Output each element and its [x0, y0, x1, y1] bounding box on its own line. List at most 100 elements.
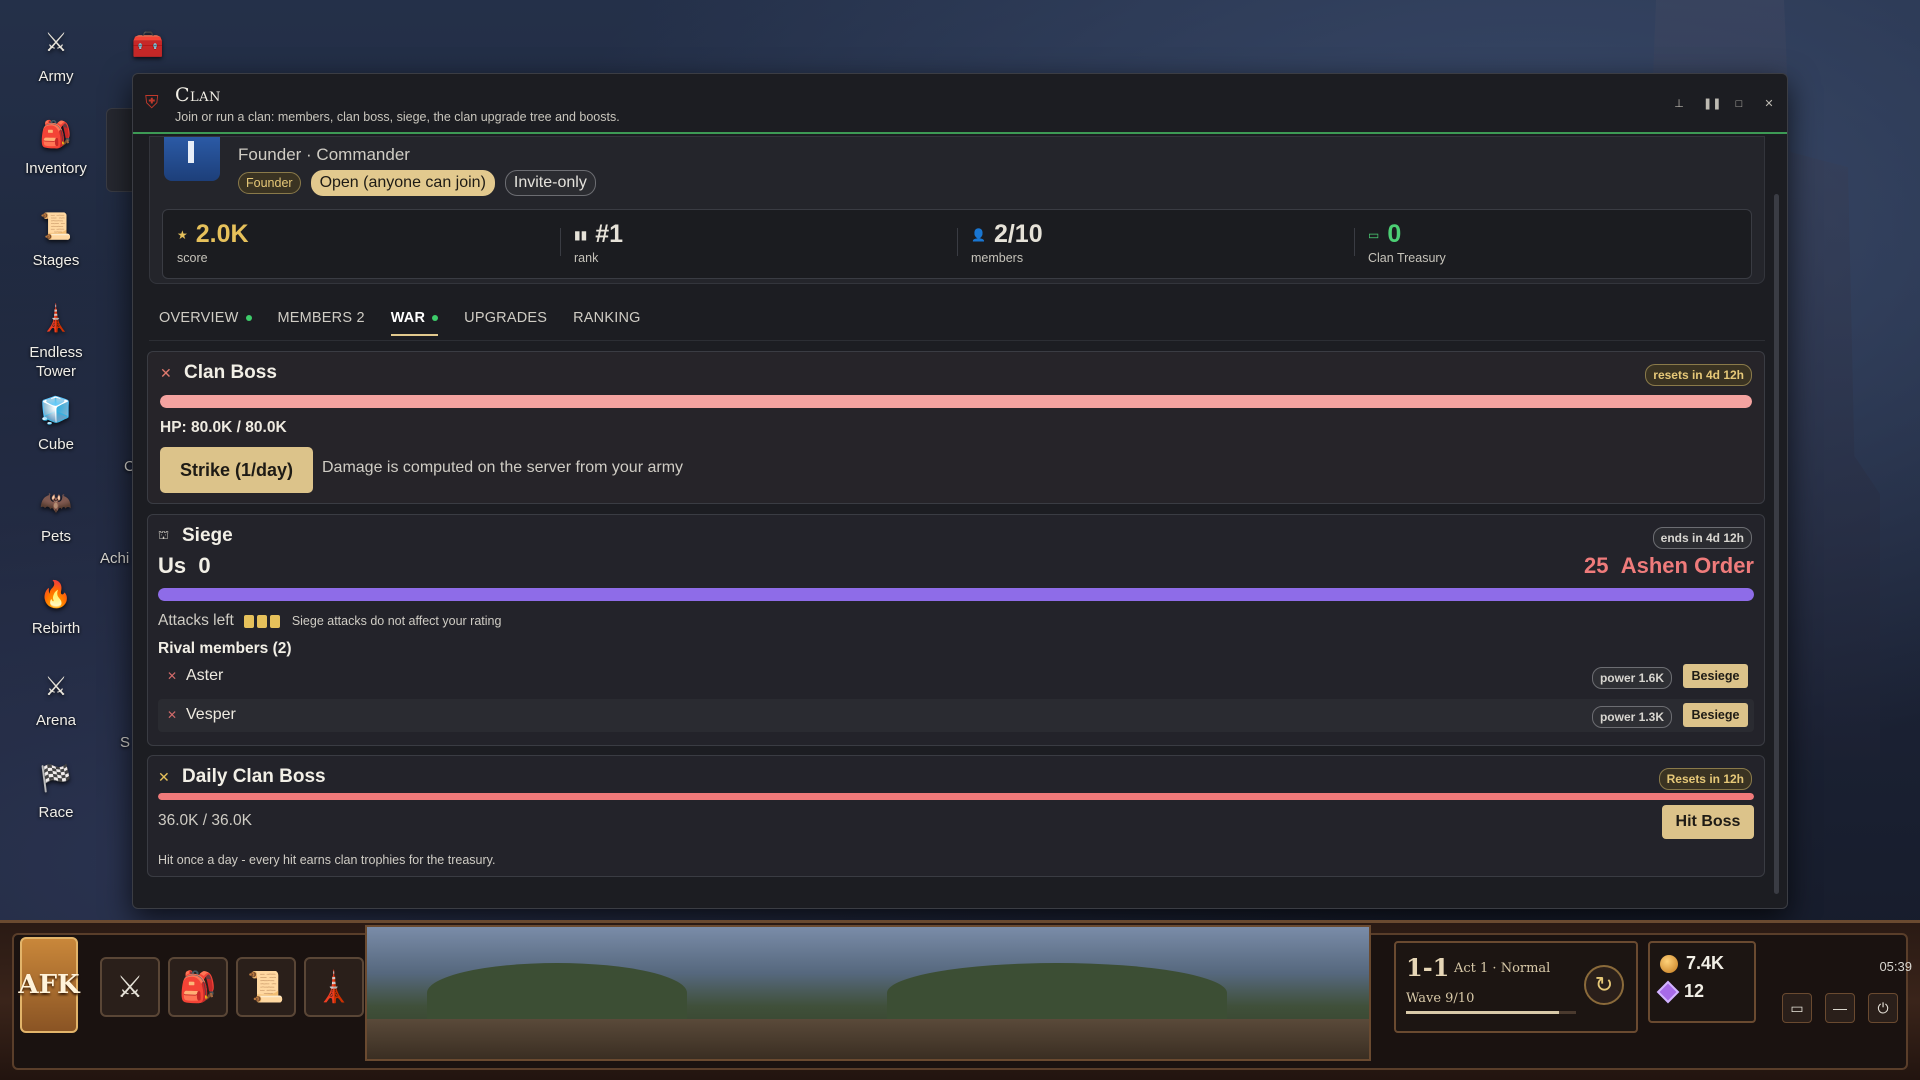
window-content: Founder · Commander Founder Open (anyone…: [145, 136, 1765, 896]
desktop-item-icon: 🎒: [39, 118, 73, 149]
stat-value: 2.0K: [195, 220, 249, 248]
attack-pip: [256, 614, 267, 628]
desktop-item-icon: 🧊: [39, 394, 73, 425]
rival-power-badge: power 1.6K: [1591, 667, 1672, 689]
chest-icon: 🧰: [131, 28, 165, 59]
desktop-item[interactable]: 🔥 Rebirth: [14, 572, 98, 664]
crossed-swords-icon: ✕: [160, 364, 172, 381]
pin-icon[interactable]: ⊥: [1673, 98, 1685, 110]
daily-hp-fill: [158, 793, 1754, 800]
partial-label: S: [120, 734, 131, 751]
daily-hp-text: 36.0K / 36.0K: [158, 812, 252, 829]
scene-hill: [427, 963, 687, 1023]
daily-note: Hit once a day - every hit earns clan tr…: [158, 853, 496, 867]
rival-row: ✕ Vesper power 1.3K Besiege: [158, 699, 1754, 732]
wave-progress: [1406, 1011, 1576, 1014]
rivals-label: Rival members (2): [158, 640, 292, 657]
clan-stats: ★ 2.0K score ▮▮ #1 rank 👤 2/10 members ▭ 0 Clan Tre…: [162, 209, 1752, 279]
attack-pips: [243, 614, 280, 628]
tab-upgrades[interactable]: UPGRADES: [451, 308, 560, 338]
tab-war[interactable]: WAR: [378, 308, 451, 338]
desktop-item[interactable]: 🦇 Pets: [14, 480, 98, 572]
attacks-left: Attacks left Siege attacks do not affect…: [158, 612, 501, 630]
us-label: Us: [158, 553, 187, 578]
stages-slot-icon[interactable]: 📜: [236, 957, 296, 1017]
desktop-item-label: Stages: [32, 252, 80, 269]
besiege-button[interactable]: Besiege: [1683, 664, 1748, 688]
desktop-item[interactable]: 🧊 Cube: [14, 388, 98, 480]
stat-icon: 👤: [971, 227, 986, 242]
afk-button[interactable]: AFK: [18, 937, 80, 1033]
tab-label: OVERVIEW: [159, 310, 239, 326]
attacks-label: Attacks left: [158, 612, 234, 629]
desktop-item[interactable]: ⚔ Arena: [14, 664, 98, 756]
gold-coin-icon: [1660, 954, 1678, 973]
daily-reset-badge: Resets in 12h: [1658, 768, 1752, 790]
tower-slot-icon[interactable]: 🗼: [304, 957, 364, 1017]
desktop-item[interactable]: 🎒 Inventory: [14, 112, 98, 204]
title-bar[interactable]: ⛨ Clan Join or run a clan: members, clan…: [133, 74, 1787, 134]
stat-members: 👤 2/10 members: [957, 210, 1354, 278]
strike-note: Damage is computed on the server from yo…: [322, 459, 684, 476]
stat-label: Clan Treasury: [1368, 251, 1446, 265]
desktop-item-icon: ⚔: [44, 26, 68, 57]
desktop-item-label: Army: [38, 68, 74, 85]
clan-crest-icon: ⛨: [145, 92, 159, 112]
attack-pip: [243, 614, 254, 628]
desktop-item-label: Cube: [38, 436, 74, 453]
army-slot-icon[interactable]: ⚔: [100, 957, 160, 1017]
stat-label: members: [971, 251, 1024, 265]
stat-label: rank: [574, 251, 599, 265]
resources-panel: 7.4K 12: [1648, 941, 1756, 1023]
window-mode-icon[interactable]: ▭: [1782, 993, 1812, 1023]
desktop-chest[interactable]: 🧰: [126, 22, 170, 66]
us-score: 0: [198, 553, 211, 578]
desktop-item-icon: 🔥: [39, 578, 73, 609]
founder-badge: Founder: [238, 172, 301, 194]
minimize-icon[interactable]: —: [1825, 993, 1855, 1023]
tab-label: MEMBERS 2: [277, 310, 365, 326]
rival-power-badge: power 1.3K: [1591, 706, 1672, 728]
crossed-swords-icon: ✕: [158, 768, 170, 785]
tab-members[interactable]: MEMBERS 2: [265, 308, 378, 338]
open-join-toggle[interactable]: Open (anyone can join): [310, 170, 495, 196]
desktop-item-icon: 📜: [39, 210, 73, 241]
refresh-icon[interactable]: ↻: [1584, 965, 1624, 1005]
close-icon[interactable]: ✕: [1763, 98, 1775, 110]
pause-icon[interactable]: ❚❚: [1703, 98, 1721, 110]
notification-dot: [432, 315, 439, 322]
desktop-icons: ⚔ Army 🎒 Inventory 📜 Stages 🗼 Endless Tower 🧊 Cub…: [14, 20, 98, 848]
besiege-button[interactable]: Besiege: [1683, 703, 1748, 727]
tab-overview[interactable]: OVERVIEW: [159, 308, 265, 338]
castle-icon: ⛫: [158, 528, 170, 542]
siege-ends-badge: ends in 4d 12h: [1652, 527, 1752, 549]
scene-ground: [367, 1019, 1369, 1059]
hit-boss-button[interactable]: Hit Boss: [1662, 805, 1754, 839]
cross-icon: ✕: [167, 708, 178, 722]
partial-label: Achi: [100, 550, 130, 567]
strike-button[interactable]: Strike (1/day): [160, 447, 313, 493]
gem-amount: 12: [1684, 981, 1705, 1001]
desktop-item[interactable]: 🏁 Race: [14, 756, 98, 848]
tab-ranking[interactable]: RANKING: [560, 308, 653, 338]
stage-wave: Wave 9/10: [1406, 991, 1475, 1006]
inventory-slot-icon[interactable]: 🎒: [168, 957, 228, 1017]
clan-boss-panel: ✕ Clan Boss resets in 4d 12h HP: 80.0K /…: [147, 351, 1765, 504]
tab-label: WAR: [390, 310, 426, 326]
desktop-item[interactable]: 🗼 Endless Tower: [14, 296, 98, 388]
role-line: Founder · Commander: [238, 145, 410, 164]
desktop-item[interactable]: 📜 Stages: [14, 204, 98, 296]
desktop-item[interactable]: ⚔ Army: [14, 20, 98, 112]
scene-hill: [887, 963, 1227, 1023]
attack-pip: [269, 614, 280, 628]
scrollbar[interactable]: [1774, 194, 1779, 894]
our-score: Us 0: [158, 553, 211, 579]
clan-header-card: Founder · Commander Founder Open (anyone…: [149, 136, 1765, 284]
rival-name: Aster: [186, 667, 224, 684]
invite-only-toggle[interactable]: Invite-only: [504, 170, 596, 196]
tab-divider: [149, 340, 1765, 341]
maximize-icon[interactable]: □: [1733, 98, 1745, 110]
rival-row: ✕ Aster power 1.6K Besiege: [158, 660, 1754, 693]
power-icon[interactable]: ⏻: [1868, 993, 1898, 1023]
window-title: Clan: [175, 84, 221, 106]
